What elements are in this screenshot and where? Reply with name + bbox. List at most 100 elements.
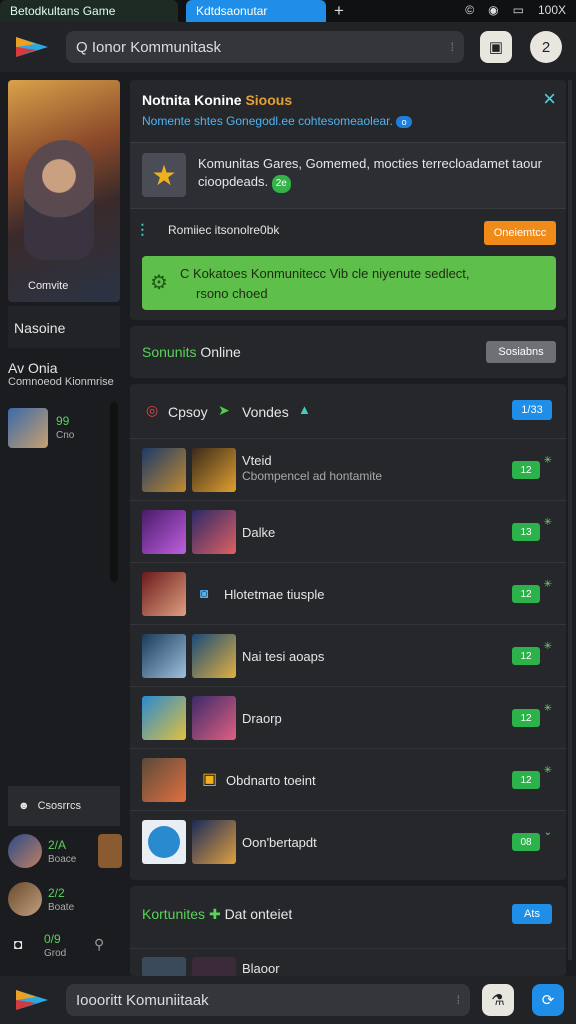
item-thumb	[142, 634, 186, 678]
user-icon: ☻	[18, 800, 30, 812]
refresh-button[interactable]: ⟳	[532, 984, 564, 1016]
list-item[interactable]: Nai tesi aoaps 12 ✳	[130, 624, 566, 686]
list-item[interactable]: ▣ Obdnarto toeint 12 ✳	[130, 748, 566, 810]
green-line2: rsono choed	[196, 286, 268, 301]
screen-button[interactable]: ▣	[480, 31, 512, 63]
new-tab-button[interactable]: +	[334, 1, 344, 21]
bottom-search-bar[interactable]: Ioooritt Komuniitaak ⁞	[66, 984, 470, 1016]
footer-sub: Grod	[44, 948, 67, 959]
sidebar-title[interactable]: Nasoine	[8, 306, 120, 348]
item-name: Dalke	[242, 525, 276, 540]
player-avatar[interactable]	[8, 834, 42, 868]
item-name: Obdnarto toeint	[226, 773, 316, 788]
list-item[interactable]: Oon'bertapdt 08 ⌄	[130, 810, 566, 872]
help-label: 2	[541, 38, 551, 56]
sparkle-icon: ✳	[543, 517, 552, 528]
green-banner[interactable]: ⚙ C Kokatoes Konmunitecc Vib cle niyenut…	[142, 256, 556, 310]
sidebar-sub1: Av Onia	[8, 360, 58, 376]
item-badge: 12	[512, 771, 540, 789]
shield-icon: ◙	[200, 585, 209, 601]
list-header: ◎ Cpsoy ➤ Vondes ▲ 1/33	[130, 384, 566, 438]
wifi-icon: ◉	[488, 3, 499, 17]
section2-button[interactable]: Ats	[512, 904, 552, 924]
tab-bar: Betodkultans Game Kdtdsaonutar + © ◉ ▭ 1…	[0, 0, 576, 22]
item-thumb	[142, 758, 186, 802]
item-thumb	[142, 510, 186, 554]
item-name: Vteid	[242, 453, 272, 468]
tab-game[interactable]: Betodkultans Game	[0, 0, 178, 22]
hero-figure	[24, 140, 94, 260]
list-item[interactable]: Dalke 13 ✳	[130, 500, 566, 562]
notification-row-text: Romiiec itsonolre0bk	[168, 223, 280, 237]
player-sub: Boace	[48, 854, 77, 865]
item-thumb	[192, 696, 236, 740]
game-thumbnail[interactable]	[8, 408, 48, 448]
flask-button[interactable]: ⚗	[482, 984, 514, 1016]
sidebar: Comvite Nasoine Av Onia Comnoeod Kionmri…	[0, 72, 126, 976]
signal-icon: ⫶	[140, 221, 145, 241]
item-thumb	[192, 957, 236, 977]
second-section: Kortunites ✚ Dat onteiet Ats Blaoor	[130, 886, 566, 977]
section-title-accent: Sonunits	[142, 344, 197, 360]
hero-image[interactable]: Comvite	[8, 80, 120, 302]
item-thumb	[142, 696, 186, 740]
sidebar-sub2: Comnoeod Kionmrise	[8, 376, 114, 388]
online-section: Sonunits Online Sosiabns	[130, 326, 566, 378]
game-count: 99	[56, 414, 70, 428]
item-thumb	[192, 634, 236, 678]
chevron-icon[interactable]: ⁞	[451, 40, 454, 54]
notification-card: Notnita Konine Sioous Nomente shtes Gone…	[130, 80, 566, 320]
body-badge: 2e	[271, 175, 291, 193]
list-item[interactable]: Vteid Cbompencel ad hontamite 12 ✳	[130, 438, 566, 500]
sparkle-icon: ✳	[543, 703, 552, 714]
item-badge: 12	[512, 709, 540, 727]
player-count: 2/A	[48, 838, 67, 852]
item-thumb	[142, 572, 186, 616]
list-item[interactable]: ◙ Hlotetmae tiusple 12 ✳	[130, 562, 566, 624]
green-line1: C Kokatoes Konmunitecc Vib cle niyenute …	[180, 266, 470, 281]
item-name: Hlotetmae tiusple	[224, 587, 325, 602]
tab-kdt[interactable]: Kdtdsaonutar	[186, 0, 326, 22]
app-icon	[148, 826, 180, 858]
notification-body-text: Komunitas Gares, Gomemed, mocties terrec…	[198, 156, 542, 189]
notification-subtitle-text: Nomente shtes Gonegodl.ee cohtesomeaolea…	[142, 114, 393, 128]
main-scrollbar[interactable]	[568, 80, 572, 960]
list-item[interactable]: Blaoor	[130, 948, 566, 977]
item-name: Nai tesi aoaps	[242, 649, 325, 664]
orange-button[interactable]: Oneiemtcc	[484, 221, 556, 245]
player-list: ◎ Cpsoy ➤ Vondes ▲ 1/33 Vteid Cbompencel…	[130, 384, 566, 880]
item-thumb	[192, 448, 236, 492]
help-button[interactable]: 2	[530, 31, 562, 63]
search-bar[interactable]: Q Ionor Kommunitask ⁞	[66, 31, 464, 63]
section-title: Kortunites ✚ Dat onteiet	[142, 906, 292, 923]
camera-icon[interactable]: ◘	[14, 936, 22, 952]
notification-body: ★ Komunitas Gares, Gomemed, mocties terr…	[130, 142, 566, 208]
tree-icon: ▲	[298, 402, 311, 417]
gear-icon: ⚙	[150, 272, 168, 294]
chevron-down-icon: ⌄	[543, 827, 552, 838]
sparkle-icon: ✳	[543, 641, 552, 652]
sparkle-icon: ✳	[543, 579, 552, 590]
player-count: 2/2	[48, 886, 65, 900]
section-button[interactable]: Sosiabns	[486, 341, 556, 363]
section-title: Sonunits Online	[142, 344, 241, 360]
notification-title-main: Notnita Konine	[142, 92, 242, 108]
app-logo-icon[interactable]	[12, 986, 52, 1014]
player-thumb[interactable]	[98, 834, 122, 868]
flask-icon: ⚗	[491, 992, 505, 1009]
chevron-icon[interactable]: ⁞	[457, 993, 460, 1007]
search-text: Q Ionor Kommunitask	[76, 38, 222, 56]
player-avatar[interactable]	[8, 882, 42, 916]
sidebar-bar[interactable]: ☻ Csosrrcs	[8, 786, 120, 826]
lock-icon: ▣	[202, 771, 218, 788]
notification-title-accent: Sioous	[245, 92, 293, 108]
app-logo-icon[interactable]	[12, 33, 52, 61]
list-header-button[interactable]: 1/33	[512, 400, 552, 420]
person-icon[interactable]: ⚲	[94, 936, 104, 953]
game-sub: Cno	[56, 430, 75, 441]
record-icon: ◎	[146, 402, 159, 418]
item-badge: 12	[512, 647, 540, 665]
close-icon[interactable]: ×	[543, 86, 556, 112]
sidebar-scrollbar[interactable]	[110, 402, 118, 582]
list-item[interactable]: Draorp 12 ✳	[130, 686, 566, 748]
